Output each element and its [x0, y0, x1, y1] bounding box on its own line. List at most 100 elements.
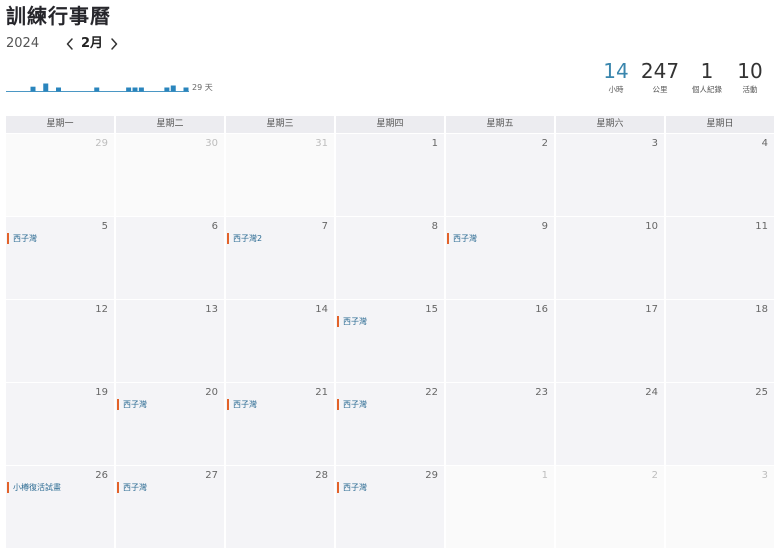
calendar-day-cell[interactable]: 19: [6, 383, 114, 465]
calendar-day-cell[interactable]: 4: [666, 134, 774, 216]
calendar-day-cell[interactable]: 10: [556, 217, 664, 299]
day-number: 16: [535, 304, 548, 315]
calendar-day-cell[interactable]: 31: [226, 134, 334, 216]
activity-type-marker: [447, 233, 449, 244]
day-number: 2: [651, 470, 658, 481]
calendar-day-cell[interactable]: 21 西子灣: [226, 383, 334, 465]
activity-entry[interactable]: 西子灣: [117, 399, 147, 410]
day-number: 11: [755, 221, 768, 232]
calendar-day-cell[interactable]: 11: [666, 217, 774, 299]
calendar-day-cell[interactable]: 29: [6, 134, 114, 216]
activity-entry[interactable]: 西子灣2: [227, 233, 262, 244]
activity-entry[interactable]: 西子灣: [337, 399, 367, 410]
stat-distance-label: 公里: [652, 85, 668, 94]
chart-bar: [126, 87, 132, 92]
prev-month-button[interactable]: [64, 37, 76, 51]
chart-bar: [56, 87, 61, 92]
chart-bar: [43, 83, 49, 92]
day-number: 25: [755, 387, 768, 398]
calendar-day-cell[interactable]: 12: [6, 300, 114, 382]
calendar-day-cell[interactable]: 2: [446, 134, 554, 216]
calendar-day-cell[interactable]: 7 西子灣2: [226, 217, 334, 299]
month-label: 2月: [81, 36, 104, 51]
calendar-day-cell[interactable]: 20 西子灣: [116, 383, 224, 465]
calendar-day-cell[interactable]: 24: [556, 383, 664, 465]
calendar-day-cell[interactable]: 27 西子灣: [116, 466, 224, 548]
day-number: 21: [315, 387, 328, 398]
calendar-day-cell[interactable]: 5 西子灣: [6, 217, 114, 299]
stat-activities: 10 活動: [730, 59, 770, 95]
calendar-day-cell[interactable]: 3: [556, 134, 664, 216]
chevron-left-icon: [66, 38, 73, 50]
day-number: 20: [205, 387, 218, 398]
calendar-day-cell[interactable]: 8: [336, 217, 444, 299]
day-number: 23: [535, 387, 548, 398]
calendar-day-cell[interactable]: 28: [226, 466, 334, 548]
calendar-day-cell[interactable]: 13: [116, 300, 224, 382]
activity-entry[interactable]: 西子灣: [7, 233, 37, 244]
day-number: 18: [755, 304, 768, 315]
activity-entry[interactable]: 西子灣: [337, 482, 367, 493]
weekday-header: 星期四: [336, 116, 444, 133]
calendar-day-cell[interactable]: 9 西子灣: [446, 217, 554, 299]
chart-bar: [138, 87, 144, 92]
activity-name: 西子灣: [453, 234, 477, 243]
day-number: 31: [315, 138, 328, 149]
activity-type-marker: [7, 233, 9, 244]
next-month-button[interactable]: [108, 37, 120, 51]
activity-entry[interactable]: 小樽復活試畫: [7, 482, 61, 493]
activity-entry[interactable]: 西子灣: [227, 399, 257, 410]
calendar-day-cell[interactable]: 1: [336, 134, 444, 216]
calendar-day-cell[interactable]: 29 西子灣: [336, 466, 444, 548]
day-number: 28: [315, 470, 328, 481]
stat-hours-label: 小時: [608, 85, 624, 94]
stat-activities-value: 10: [737, 59, 763, 83]
activity-entry[interactable]: 西子灣: [117, 482, 147, 493]
weekday-header: 星期五: [446, 116, 554, 133]
day-number: 6: [211, 221, 218, 232]
calendar-day-cell[interactable]: 25: [666, 383, 774, 465]
activity-name: 西子灣2: [233, 234, 263, 243]
chevron-right-icon: [111, 38, 118, 50]
calendar-day-cell[interactable]: 1: [446, 466, 554, 548]
day-number: 10: [645, 221, 658, 232]
stat-personal-records-value: 1: [700, 59, 714, 83]
activity-type-marker: [337, 316, 339, 327]
activity-name: 西子灣: [343, 483, 367, 492]
day-number: 9: [541, 221, 548, 232]
activity-entry[interactable]: 西子灣: [447, 233, 477, 244]
day-number: 5: [101, 221, 108, 232]
chart-bar: [170, 85, 176, 92]
weekday-header: 星期一: [6, 116, 114, 133]
calendar-day-cell[interactable]: 15 西子灣: [336, 300, 444, 382]
calendar-day-cell[interactable]: 17: [556, 300, 664, 382]
activity-name: 西子灣: [123, 400, 147, 409]
chart-bar: [164, 87, 170, 92]
calendar-grid: 星期一 星期二 星期三 星期四 星期五 星期六 星期日 29 30 31 1 2 3 4 5 西子灣 6 7 西子灣…: [6, 116, 774, 548]
days-count-label: 29 天: [192, 83, 213, 92]
day-number: 19: [95, 387, 108, 398]
day-number: 15: [425, 304, 438, 315]
calendar-day-cell[interactable]: 22 西子灣: [336, 383, 444, 465]
calendar-day-cell[interactable]: 26 小樽復活試畫: [6, 466, 114, 548]
chart-bar: [30, 86, 36, 92]
calendar-day-cell[interactable]: 14: [226, 300, 334, 382]
calendar-day-cell[interactable]: 16: [446, 300, 554, 382]
stat-hours: 14 小時: [594, 59, 638, 95]
calendar-day-cell[interactable]: 3: [666, 466, 774, 548]
day-number: 7: [321, 221, 328, 232]
day-number: 3: [651, 138, 658, 149]
calendar-day-cell[interactable]: 18: [666, 300, 774, 382]
activity-entry[interactable]: 西子灣: [337, 316, 367, 327]
activity-mini-chart: [6, 83, 189, 92]
calendar-day-cell[interactable]: 2: [556, 466, 664, 548]
calendar-day-cell[interactable]: 30: [116, 134, 224, 216]
day-number: 8: [431, 221, 438, 232]
day-number: 27: [205, 470, 218, 481]
calendar-day-cell[interactable]: 6: [116, 217, 224, 299]
calendar-day-cell[interactable]: 23: [446, 383, 554, 465]
chart-bar: [132, 87, 138, 92]
activity-name: 西子灣: [233, 400, 257, 409]
activity-name: 西子灣: [343, 400, 367, 409]
chart-bar: [94, 87, 100, 92]
